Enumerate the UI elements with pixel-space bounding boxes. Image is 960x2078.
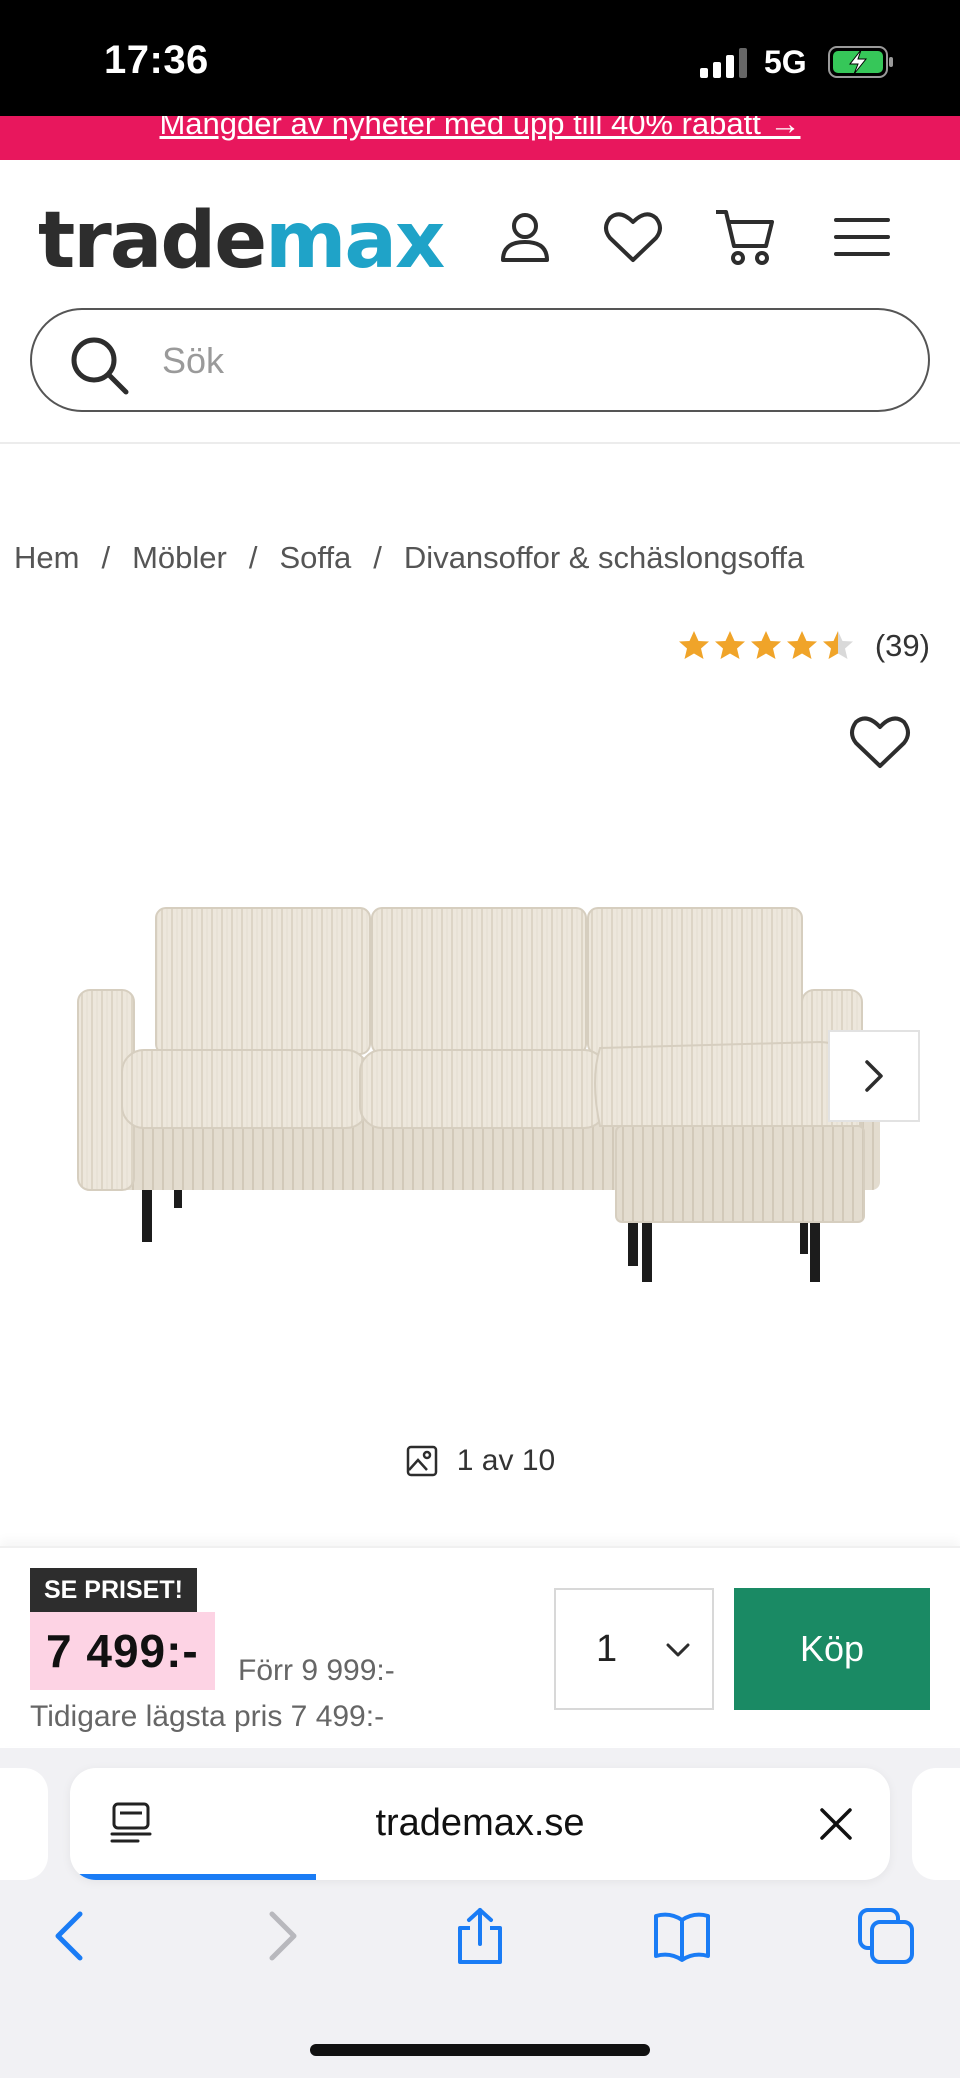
star-icon: [822, 631, 853, 659]
star-icon: [750, 631, 781, 659]
promo-banner[interactable]: Mängder av nyheter med upp till 40% raba…: [0, 116, 960, 160]
previous-price: Förr 9 999:-: [238, 1654, 395, 1687]
search-icon: [71, 337, 129, 395]
breadcrumb-item-mobler[interactable]: Möbler: [132, 540, 227, 575]
status-time: 17:36: [104, 38, 209, 82]
cart-icon[interactable]: [710, 202, 780, 272]
back-icon[interactable]: [42, 1906, 102, 1966]
star-icon: [786, 631, 817, 659]
breadcrumb: Hem / Möbler / Soffa / Divansoffor & schäslong…: [14, 540, 804, 576]
breadcrumb-separator: /: [248, 540, 258, 575]
star-icon: [714, 631, 745, 659]
page-load-progress: [70, 1874, 316, 1880]
product-rating[interactable]: (39): [677, 628, 930, 664]
breadcrumb-item-hem[interactable]: Hem: [14, 540, 79, 575]
current-price: 7 499:-: [46, 1625, 199, 1677]
trademax-logo[interactable]: trademax: [38, 196, 445, 286]
site-header: trademax Sök: [0, 160, 960, 444]
signal-icon: [700, 48, 747, 78]
search-input[interactable]: Sök: [30, 308, 930, 412]
breadcrumb-item-divansoffor[interactable]: Divansoffor & schäslongsoffa: [404, 540, 804, 575]
price-box: 7 499:-: [30, 1612, 215, 1690]
chevron-right-icon: [865, 1060, 883, 1092]
buy-button[interactable]: Köp: [734, 1588, 930, 1710]
breadcrumb-separator: /: [101, 540, 111, 575]
url-text: trademax.se: [375, 1802, 585, 1844]
gallery-next-button[interactable]: [828, 1030, 920, 1122]
share-icon[interactable]: [450, 1906, 510, 1966]
gallery-counter-text: 1 av 10: [456, 1444, 556, 1477]
breadcrumb-separator: /: [373, 540, 382, 575]
search-placeholder: Sök: [162, 340, 225, 381]
bookmarks-icon[interactable]: [652, 1906, 712, 1966]
network-type: 5G: [764, 44, 807, 80]
browser-toolbar: trademax.se: [0, 1748, 960, 2078]
breadcrumb-item-soffa[interactable]: Soffa: [279, 540, 351, 575]
price-badge: SE PRISET!: [30, 1568, 197, 1613]
quantity-value: 1: [596, 1628, 618, 1670]
address-bar[interactable]: trademax.se: [70, 1768, 890, 1880]
gallery-counter: 1 av 10: [0, 1444, 960, 1478]
heart-icon[interactable]: [598, 202, 668, 272]
quantity-select[interactable]: 1: [554, 1588, 714, 1710]
rating-stars: [677, 629, 857, 663]
image-icon: [406, 1445, 438, 1477]
user-icon[interactable]: [490, 202, 560, 272]
next-tab[interactable]: [912, 1768, 960, 1880]
close-icon[interactable]: [818, 1806, 854, 1842]
star-icon: [678, 631, 709, 659]
rating-count[interactable]: (39): [875, 628, 930, 664]
lowest-price-note: Tidigare lägsta pris 7 499:-: [30, 1700, 385, 1733]
tabs-icon[interactable]: [856, 1906, 916, 1966]
product-image[interactable]: [60, 880, 900, 1300]
home-indicator: [310, 2044, 650, 2056]
buy-bar: SE PRISET! 7 499:- Förr 9 999:- Tidigare…: [0, 1546, 960, 1746]
status-bar: 17:36 5G: [0, 0, 960, 116]
forward-icon[interactable]: [250, 1906, 310, 1966]
menu-icon[interactable]: [826, 202, 896, 272]
wishlist-heart-icon[interactable]: [846, 710, 914, 772]
previous-tab[interactable]: [0, 1768, 48, 1880]
battery-icon: [828, 46, 893, 78]
promo-link[interactable]: Mängder av nyheter med upp till 40% raba…: [0, 116, 960, 142]
chevron-down-icon: [666, 1643, 690, 1657]
